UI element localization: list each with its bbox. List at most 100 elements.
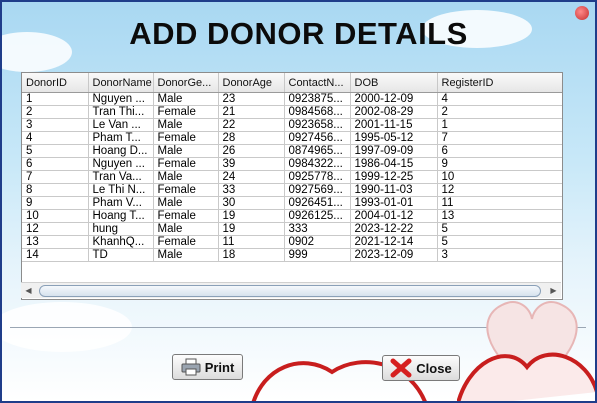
table-cell: 11 [437,196,562,210]
table-cell: 28 [218,131,285,145]
table-cell: Male [153,118,219,132]
table-row[interactable]: 14 TD Male 18 999 2023-12-09 3 [22,248,562,262]
table-cell: 4 [22,131,89,145]
table-cell: 1999-12-25 [350,170,438,184]
table-row[interactable]: 4 Pham T... Female 28 0927456... 1995-05-12 7 [22,131,562,145]
table-cell: 0926125... [284,209,351,223]
column-header[interactable]: DonorAge [218,73,285,93]
table-row[interactable]: 2 Tran Thi... Female 21 0984568... 2002-08-29… [22,105,562,119]
table-cell: 11 [218,235,285,249]
table-cell: 2023-12-09 [350,248,438,262]
table-cell: Nguyen ... [88,157,154,171]
close-button-label: Close [416,360,452,376]
table-cell: 2002-08-29 [350,105,438,119]
table-cell: 0923658... [284,118,351,132]
column-header[interactable]: DonorGe... [153,73,219,93]
table-cell: hung [88,222,154,236]
table-cell: 1990-11-03 [350,183,438,197]
table-cell: 0902 [284,235,351,249]
column-header[interactable]: DonorName [88,73,154,93]
table-cell: Female [153,209,219,223]
table-cell: Female [153,131,219,145]
table-cell: 7 [22,170,89,184]
table-cell: Male [153,144,219,158]
scrollbar-thumb[interactable] [39,285,541,297]
table-cell: 19 [218,222,285,236]
table-cell: 3 [437,248,562,262]
table-cell: 3 [22,118,89,132]
column-header[interactable]: DOB [350,73,438,93]
table-cell: 1997-09-09 [350,144,438,158]
column-header[interactable]: RegisterID [437,73,562,93]
table-cell: Hoang T... [88,209,154,223]
table-cell: 1995-05-12 [350,131,438,145]
table-cell: 13 [437,209,562,223]
table-cell: Male [153,92,219,106]
table-cell: 13 [22,235,89,249]
table-cell: 4 [437,92,562,106]
table-cell: 18 [218,248,285,262]
table-cell: 24 [218,170,285,184]
table-cell: 14 [22,248,89,262]
table-row[interactable]: 10 Hoang T... Female 19 0926125... 2004-01-12… [22,209,562,223]
table-cell: 7 [437,131,562,145]
table-cell: 22 [218,118,285,132]
print-button-label: Print [204,359,235,375]
table-cell: KhanhQ... [88,235,154,249]
table-row[interactable]: 8 Le Thi N... Female 33 0927569... 1990-11-03… [22,183,562,197]
column-header[interactable]: DonorID [22,73,89,93]
table-cell: 0926451... [284,196,351,210]
scroll-left-arrow-icon[interactable]: ◀ [21,283,36,298]
table-cell: Nguyen ... [88,92,154,106]
table-row[interactable]: 6 Nguyen ... Female 39 0984322... 1986-04-15 9 [22,157,562,171]
table-cell: 6 [22,157,89,171]
table-cell: 0984322... [284,157,351,171]
table-cell: 2000-12-09 [350,92,438,106]
table-cell: Tran Va... [88,170,154,184]
table-cell: Female [153,105,219,119]
print-button[interactable]: Print [172,354,243,380]
table-cell: 6 [437,144,562,158]
table-cell: 2 [22,105,89,119]
table-cell: 10 [437,170,562,184]
table-cell: 33 [218,183,285,197]
printer-icon [181,358,201,376]
table-cell: Female [153,235,219,249]
table-cell: 23 [218,92,285,106]
table-cell: 21 [218,105,285,119]
column-header[interactable]: ContactN... [284,73,351,93]
table-cell: TD [88,248,154,262]
table-row[interactable]: 7 Tran Va... Male 24 0925778... 1999-12-25 10 [22,170,562,184]
table-cell: Le Van ... [88,118,154,132]
table-row[interactable]: 12 hung Male 19 333 2023-12-22 5 [22,222,562,236]
table-row[interactable]: 5 Hoang D... Male 26 0874965... 1997-09-09 6 [22,144,562,158]
table-cell: 1986-04-15 [350,157,438,171]
table-cell: 0984568... [284,105,351,119]
table-cell: Pham T... [88,131,154,145]
table-cell: 999 [284,248,351,262]
table-row[interactable]: 1 Nguyen ... Male 23 0923875... 2000-12-09 4 [22,92,562,106]
close-button[interactable]: Close [382,355,460,381]
table-cell: 2021-12-14 [350,235,438,249]
table-cell: 5 [437,235,562,249]
table-cell: Pham V... [88,196,154,210]
table-cell: Male [153,170,219,184]
table-cell: 10 [22,209,89,223]
table-cell: 2 [437,105,562,119]
table-cell: Male [153,222,219,236]
table-cell: 39 [218,157,285,171]
table-row[interactable]: 13 KhanhQ... Female 11 0902 2021-12-14 5 [22,235,562,249]
table-cell: Hoang D... [88,144,154,158]
table-cell: 12 [437,183,562,197]
table-cell: 2004-01-12 [350,209,438,223]
table-cell: Male [153,248,219,262]
table-cell: 5 [22,144,89,158]
donor-table[interactable]: DonorID DonorName DonorGe... DonorAge Contac… [21,72,563,300]
table-cell: 30 [218,196,285,210]
table-row[interactable]: 9 Pham V... Male 30 0926451... 1993-01-01 11 [22,196,562,210]
table-cell: 2023-12-22 [350,222,438,236]
table-cell: Female [153,157,219,171]
table-row[interactable]: 3 Le Van ... Male 22 0923658... 2001-11-15 1 [22,118,562,132]
table-cell: Male [153,196,219,210]
table-cell: 1993-01-01 [350,196,438,210]
